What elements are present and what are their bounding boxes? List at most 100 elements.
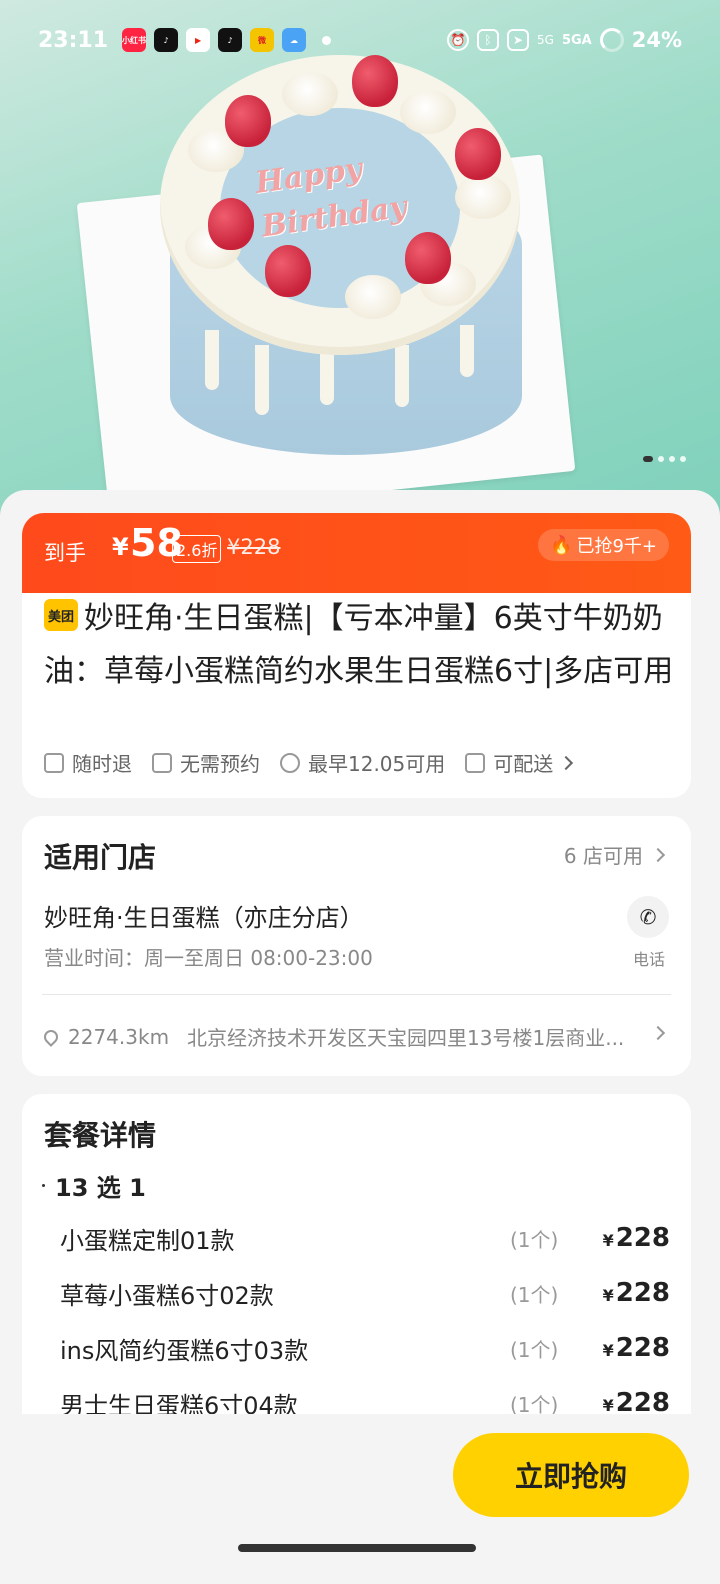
cream-swirl: [455, 175, 511, 219]
discount-badge: 2.6折: [172, 535, 222, 563]
all-stores-link[interactable]: 6 店可用: [563, 840, 666, 869]
tag-label: 可配送: [493, 752, 554, 776]
send-icon: ➤: [507, 29, 530, 51]
chevron-right-icon[interactable]: [650, 1025, 666, 1041]
strawberry: [265, 245, 311, 297]
store-heading: 适用门店: [44, 841, 157, 874]
item-qty: (1个): [510, 1337, 559, 1362]
item-price: 228: [615, 1223, 670, 1253]
tag-label: 最早12.05可用: [308, 752, 446, 776]
battery-percent: 24%: [631, 28, 682, 52]
cream-drip: [205, 330, 219, 390]
cream-drip: [255, 345, 269, 415]
product-title: 妙旺角·生日蛋糕|【亏本冲量】6英寸牛奶奶油：草莓小蛋糕简约水果生日蛋糕6寸|多…: [44, 601, 674, 689]
cream-swirl: [400, 90, 456, 134]
phone-label[interactable]: 电话: [633, 946, 665, 970]
item-currency: ¥: [602, 1396, 614, 1415]
calendar-check-icon: [152, 752, 172, 773]
alarm-icon: ⏰: [447, 29, 470, 51]
youku-icon: ▶: [186, 28, 211, 52]
sold-count-badge: 🔥 已抢9千+: [538, 529, 669, 561]
item-currency: ¥: [602, 1341, 614, 1360]
tag-refund: 随时退: [44, 748, 132, 777]
item-name: 小蛋糕定制01款: [60, 1226, 235, 1255]
store-hours: 营业时间：周一至周日 08:00-23:00: [44, 946, 373, 970]
sold-count: 已抢9千+: [576, 536, 657, 557]
cream-swirl: [345, 275, 401, 319]
strawberry: [225, 95, 271, 147]
carousel-dot: [643, 456, 653, 462]
store-distance: 2274.3km: [68, 1024, 170, 1049]
store-address-row[interactable]: 2274.3km 北京经济技术开发区天宝园四里13号楼1层商业...: [44, 1022, 644, 1051]
fire-icon: 🔥: [550, 534, 573, 556]
carousel-dot: [669, 456, 675, 462]
signal-icon: 5G: [537, 33, 554, 47]
status-time: 23:11: [38, 27, 109, 53]
chevron-right-icon: [650, 847, 666, 862]
home-indicator[interactable]: [238, 1544, 476, 1552]
carousel-dot: [680, 456, 686, 462]
item-currency: ¥: [602, 1286, 614, 1305]
package-item: ins风简约蛋糕6寸03款 (1个) ¥228: [60, 1328, 670, 1368]
item-price-group: ¥228: [600, 1223, 670, 1253]
divider: [42, 994, 671, 995]
product-hero-image[interactable]: Happy Birthday: [0, 0, 720, 520]
xiaohongshu-icon: 小红书: [122, 28, 147, 52]
package-heading: 套餐详情: [44, 1119, 157, 1152]
strawberry: [455, 128, 501, 180]
weather-icon: ☁: [282, 28, 307, 52]
item-price-group: ¥228: [600, 1278, 670, 1308]
douyin-icon: ♪: [218, 28, 243, 52]
system-icons: ⏰ ᛒ ➤ 5G 5GA 24%: [447, 28, 682, 52]
store-address: 北京经济技术开发区天宝园四里13号楼1层商业...: [187, 1026, 625, 1050]
cream-swirl: [282, 72, 338, 116]
tag-label: 无需预约: [180, 752, 260, 776]
more-notifications-icon: [322, 35, 332, 45]
package-selection-rule: 13 选 1: [42, 1168, 146, 1203]
original-price: ¥228: [227, 535, 281, 559]
status-bar: 23:11 小红书 ♪ ▶ ♪ 微 ☁ ⏰ ᛒ ➤ 5G 5GA 24%: [0, 22, 720, 58]
phone-icon[interactable]: ✆: [627, 896, 669, 938]
item-price: 228: [615, 1278, 670, 1308]
item-name: ins风简约蛋糕6寸03款: [60, 1336, 309, 1365]
store-name[interactable]: 妙旺角·生日蛋糕（亦庄分店）: [44, 898, 364, 933]
item-currency: ¥: [602, 1231, 614, 1250]
package-card: 套餐详情 13 选 1 小蛋糕定制01款 (1个) ¥228 草莓小蛋糕6寸02…: [22, 1094, 691, 1434]
item-price-group: ¥228: [600, 1333, 670, 1363]
location-pin-icon: [44, 1026, 61, 1047]
strawberry: [208, 198, 254, 250]
item-name: 草莓小蛋糕6寸02款: [60, 1281, 274, 1310]
tag-available-date: 最早12.05可用: [280, 748, 445, 777]
price-label: 到手: [44, 541, 86, 565]
douyin-icon: ♪: [154, 28, 179, 52]
chevron-right-icon: [559, 755, 574, 770]
strawberry: [352, 55, 398, 107]
tag-no-reservation: 无需预约: [152, 748, 260, 777]
carousel-dot: [658, 456, 664, 462]
carousel-indicator: [643, 456, 686, 462]
item-qty: (1个): [510, 1282, 559, 1307]
battery-icon: [599, 28, 624, 52]
document-icon: [44, 752, 64, 773]
buy-now-button[interactable]: 立即抢购: [453, 1433, 689, 1517]
strawberry: [405, 232, 451, 284]
tag-delivery: 可配送: [465, 748, 574, 777]
item-price: 228: [615, 1333, 670, 1363]
network-type-icon: 5GA: [561, 32, 592, 48]
item-qty: (1个): [510, 1227, 559, 1252]
tag-label: 随时退: [72, 752, 132, 776]
stores-available: 6 店可用: [563, 844, 643, 868]
check-circle-icon: [280, 752, 300, 773]
package-item: 草莓小蛋糕6寸02款 (1个) ¥228: [60, 1273, 670, 1313]
cream-drip: [395, 345, 409, 407]
notification-icons: 小红书 ♪ ▶ ♪ 微 ☁: [122, 28, 332, 52]
weibo-icon: 微: [250, 28, 275, 52]
bluetooth-icon: ᛒ: [477, 29, 500, 51]
delivery-icon: [465, 752, 486, 773]
cream-drip: [460, 325, 474, 377]
price-banner: 到手 ¥ 58 2.6折 ¥228 🔥 已抢9千+: [22, 513, 691, 593]
package-item: 小蛋糕定制01款 (1个) ¥228: [60, 1218, 670, 1258]
cream-drip: [320, 350, 334, 405]
service-tags[interactable]: 随时退 无需预约 最早12.05可用 可配送: [44, 748, 574, 777]
currency-symbol: ¥: [112, 533, 129, 561]
